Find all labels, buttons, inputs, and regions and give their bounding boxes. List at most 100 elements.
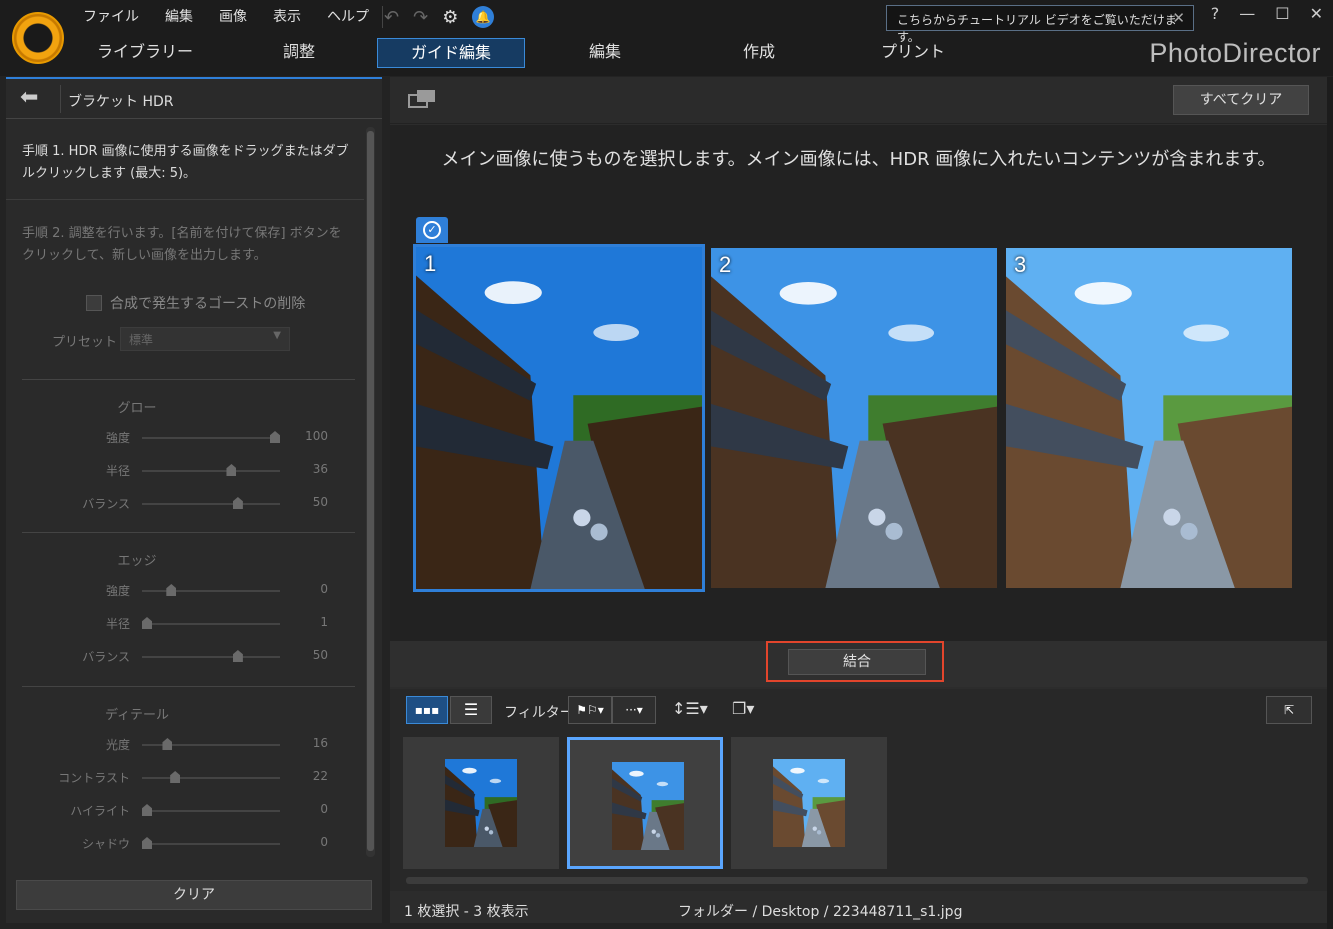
close-button[interactable]: ✕	[1310, 4, 1323, 23]
ghost-removal-checkbox[interactable]	[86, 295, 102, 311]
section-title: グロー	[117, 401, 157, 416]
slider-track[interactable]	[142, 777, 280, 779]
menu-image[interactable]: 画像	[206, 6, 260, 28]
hdr-source-photo[interactable]: 2	[711, 248, 997, 588]
minimize-button[interactable]: —	[1239, 4, 1255, 23]
slider-handle[interactable]	[166, 584, 177, 596]
menu-bar: ファイル 編集 画像 表示 ヘルプ	[70, 6, 382, 28]
instruction-text: メイン画像に使うものを選択します。メイン画像には、HDR 画像に入れたいコンテン…	[441, 149, 1276, 170]
tutorial-notice[interactable]: こちらからチュートリアル ビデオをご覧いただけます。 ✕	[886, 5, 1194, 44]
redo-icon[interactable]: ↷	[413, 7, 428, 28]
section-divider	[22, 686, 355, 687]
brand-name: PhotoDirector	[1149, 38, 1321, 68]
slider-label: バランス	[82, 497, 130, 511]
compare-view-icon[interactable]	[408, 89, 436, 109]
settings-gear-icon[interactable]: ⚙	[442, 7, 458, 28]
stack-icon[interactable]: ❐▾	[732, 699, 754, 718]
filmstrip-thumbnail[interactable]	[403, 737, 559, 869]
ghost-removal-option[interactable]: 合成で発生するゴーストの削除	[86, 293, 305, 313]
slider-handle[interactable]	[170, 771, 181, 783]
window-controls: ? — ☐ ✕	[1211, 4, 1323, 23]
slider-handle[interactable]	[226, 464, 237, 476]
tab-library[interactable]: ライブラリー	[80, 38, 210, 68]
flag-filter-button[interactable]: ⚑⚐▾	[568, 696, 612, 724]
undo-icon[interactable]: ↶	[384, 7, 399, 28]
photo-number: 3	[1014, 252, 1027, 277]
panel-title: ブラケット HDR	[68, 94, 174, 110]
tab-guided-edit[interactable]: ガイド編集	[377, 38, 525, 68]
menu-help[interactable]: ヘルプ	[314, 6, 382, 28]
list-view-button[interactable]: ☰	[450, 696, 492, 724]
slider-handle[interactable]	[142, 617, 152, 629]
filmstrip-thumbnail[interactable]	[731, 737, 887, 869]
slider-track[interactable]	[142, 623, 280, 625]
left-panel: ⬅ ブラケット HDR 手順 1. HDR 画像に使用する画像をドラッグまたはダ…	[6, 77, 382, 923]
tab-create[interactable]: 作成	[694, 38, 824, 68]
step2-text: 手順 2. 調整を行います。[名前を付けて保存] ボタンをクリックして、新しい画…	[22, 226, 342, 263]
tab-print[interactable]: プリント	[848, 38, 978, 68]
tab-adjust[interactable]: 調整	[234, 38, 364, 68]
hdr-source-photo[interactable]: 1	[413, 244, 705, 592]
slider-value: 0	[320, 802, 328, 816]
slider-handle[interactable]	[162, 738, 173, 750]
slider-handle[interactable]	[142, 837, 152, 849]
slider-value: 100	[305, 429, 328, 443]
slider-row: 強度 100	[6, 427, 346, 447]
slider-value: 1	[320, 615, 328, 629]
preset-dropdown[interactable]: 標準 ▼	[120, 327, 290, 351]
scrollbar-thumb[interactable]	[367, 131, 374, 851]
slider-handle[interactable]	[232, 497, 243, 509]
notification-bell-icon[interactable]: 🔔	[472, 6, 495, 28]
slider-row: 半径 1	[6, 613, 346, 633]
thumbnail-image	[445, 759, 517, 847]
panel-scrollbar[interactable]	[366, 127, 375, 857]
sort-icon[interactable]: ↕☰▾	[672, 699, 708, 718]
filmstrip-scrollbar[interactable]	[406, 877, 1308, 884]
slider-track[interactable]	[142, 503, 280, 505]
hdr-source-photo[interactable]: 3	[1006, 248, 1292, 588]
maximize-button[interactable]: ☐	[1275, 4, 1289, 23]
window-edge	[1327, 77, 1333, 929]
chevron-down-icon: ▼	[273, 330, 281, 341]
slider-value: 50	[312, 495, 328, 509]
slider-track[interactable]	[142, 437, 280, 439]
menu-view[interactable]: 表示	[260, 6, 314, 28]
slider-label: 半径	[105, 617, 130, 631]
slider-row: バランス 50	[6, 493, 346, 513]
help-button[interactable]: ?	[1211, 4, 1220, 23]
back-arrow-icon[interactable]: ⬅	[20, 87, 38, 109]
more-filter-button[interactable]: ···▾	[612, 696, 656, 724]
slider-value: 22	[312, 769, 328, 783]
merge-button[interactable]: 結合	[788, 649, 926, 675]
thumbnail-view-button[interactable]: ▪▪▪	[406, 696, 448, 724]
filmstrip-thumbnail[interactable]	[567, 737, 723, 869]
slider-handle[interactable]	[142, 804, 152, 816]
slider-track[interactable]	[142, 470, 280, 472]
slider-track[interactable]	[142, 656, 280, 658]
file-path: フォルダー / Desktop / 223448711_s1.jpg	[678, 904, 963, 920]
main-area: すべてクリア メイン画像に使うものを選択します。メイン画像には、HDR 画像に入…	[390, 77, 1327, 923]
photo-stage: メイン画像に使うものを選択します。メイン画像には、HDR 画像に入れたいコンテン…	[390, 125, 1327, 641]
menu-edit[interactable]: 編集	[152, 6, 206, 28]
slider-label: 半径	[105, 464, 130, 478]
slider-value: 16	[312, 736, 328, 750]
slider-track[interactable]	[142, 590, 280, 592]
section-title: エッジ	[117, 554, 157, 569]
thumbnail-image	[612, 762, 684, 850]
menu-file[interactable]: ファイル	[70, 6, 152, 28]
slider-track[interactable]	[142, 810, 280, 812]
slider-handle[interactable]	[270, 431, 280, 443]
slider-row: シャドウ 0	[6, 833, 346, 853]
export-icon[interactable]: ⇱	[1266, 696, 1312, 724]
close-notice-icon[interactable]: ✕	[1172, 9, 1185, 27]
clear-all-button[interactable]: すべてクリア	[1173, 85, 1309, 115]
clear-button[interactable]: クリア	[16, 880, 372, 910]
tab-edit[interactable]: 編集	[540, 38, 670, 68]
slider-track[interactable]	[142, 843, 280, 845]
status-bar: 1 枚選択 - 3 枚表示 フォルダー / Desktop / 22344871…	[390, 895, 1327, 923]
slider-handle[interactable]	[232, 650, 243, 662]
app-logo-icon[interactable]	[12, 12, 64, 64]
slider-label: ハイライト	[70, 804, 130, 818]
slider-row: ハイライト 0	[6, 800, 346, 820]
slider-label: 光度	[105, 738, 130, 752]
